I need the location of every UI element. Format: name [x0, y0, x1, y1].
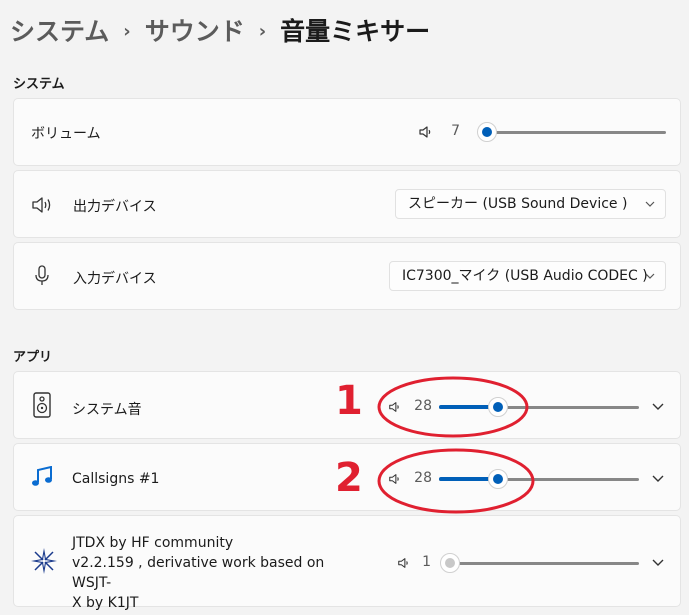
output-device-selected: スピーカー (USB Sound Device )	[408, 196, 628, 212]
app-name-line: v2.2.159 , derivative work based on WSJT…	[72, 555, 325, 591]
annotation-ellipse	[377, 376, 529, 438]
speaker-icon[interactable]	[397, 555, 411, 574]
app-name: システム音	[72, 402, 142, 418]
volume-label: ボリューム	[31, 126, 101, 142]
star-app-icon	[31, 548, 57, 578]
app-name: JTDX by HF community v2.2.159 , derivati…	[72, 533, 362, 613]
slider-thumb[interactable]	[477, 122, 497, 142]
breadcrumb-separator: ›	[123, 21, 131, 42]
input-device-label: 入力デバイス	[73, 271, 157, 287]
output-device-dropdown[interactable]: スピーカー (USB Sound Device )	[395, 189, 666, 219]
input-device-selected: IC7300_マイク (USB Audio CODEC )	[402, 268, 648, 284]
chevron-down-icon	[645, 262, 655, 300]
annotation-number: 1	[335, 378, 363, 424]
slider-track	[480, 131, 666, 134]
breadcrumb-sound[interactable]: サウンド	[145, 17, 245, 46]
system-volume-card: ボリューム 7	[13, 98, 681, 166]
system-volume-value: 7	[451, 123, 460, 139]
input-device-dropdown[interactable]: IC7300_マイク (USB Audio CODEC )	[389, 261, 666, 291]
music-note-icon	[31, 465, 53, 492]
page-title: 音量ミキサー	[280, 17, 431, 46]
speaker-icon	[31, 195, 53, 219]
breadcrumb: システム › サウンド › 音量ミキサー	[10, 12, 430, 48]
annotation-ellipse	[377, 448, 535, 514]
slider-thumb[interactable]	[440, 553, 460, 573]
system-sounds-icon	[33, 392, 51, 422]
app-name-line: X by K1JT	[72, 595, 139, 611]
system-section-title: システム	[13, 77, 65, 92]
app-volume-slider[interactable]	[440, 553, 639, 573]
breadcrumb-separator: ›	[258, 21, 267, 42]
chevron-down-icon[interactable]	[651, 554, 665, 573]
chevron-down-icon[interactable]	[651, 470, 665, 489]
chevron-down-icon[interactable]	[651, 398, 665, 417]
breadcrumb-system[interactable]: システム	[10, 17, 109, 46]
chevron-down-icon	[645, 190, 655, 228]
app-card-jtdx: JTDX by HF community v2.2.159 , derivati…	[13, 515, 681, 611]
microphone-icon	[34, 265, 50, 291]
output-device-card: 出力デバイス スピーカー (USB Sound Device )	[13, 170, 681, 238]
app-name: Callsigns #1	[72, 471, 160, 487]
apps-section-title: アプリ	[13, 350, 53, 365]
annotation-number: 2	[335, 455, 363, 501]
app-name-line: JTDX by HF community	[72, 535, 234, 551]
system-volume-slider[interactable]	[477, 122, 666, 142]
output-device-label: 出力デバイス	[73, 199, 157, 215]
speaker-icon[interactable]	[418, 124, 434, 144]
slider-track	[448, 562, 639, 565]
app-volume-value: 1	[422, 554, 431, 570]
input-device-card: 入力デバイス IC7300_マイク (USB Audio CODEC )	[13, 242, 681, 310]
